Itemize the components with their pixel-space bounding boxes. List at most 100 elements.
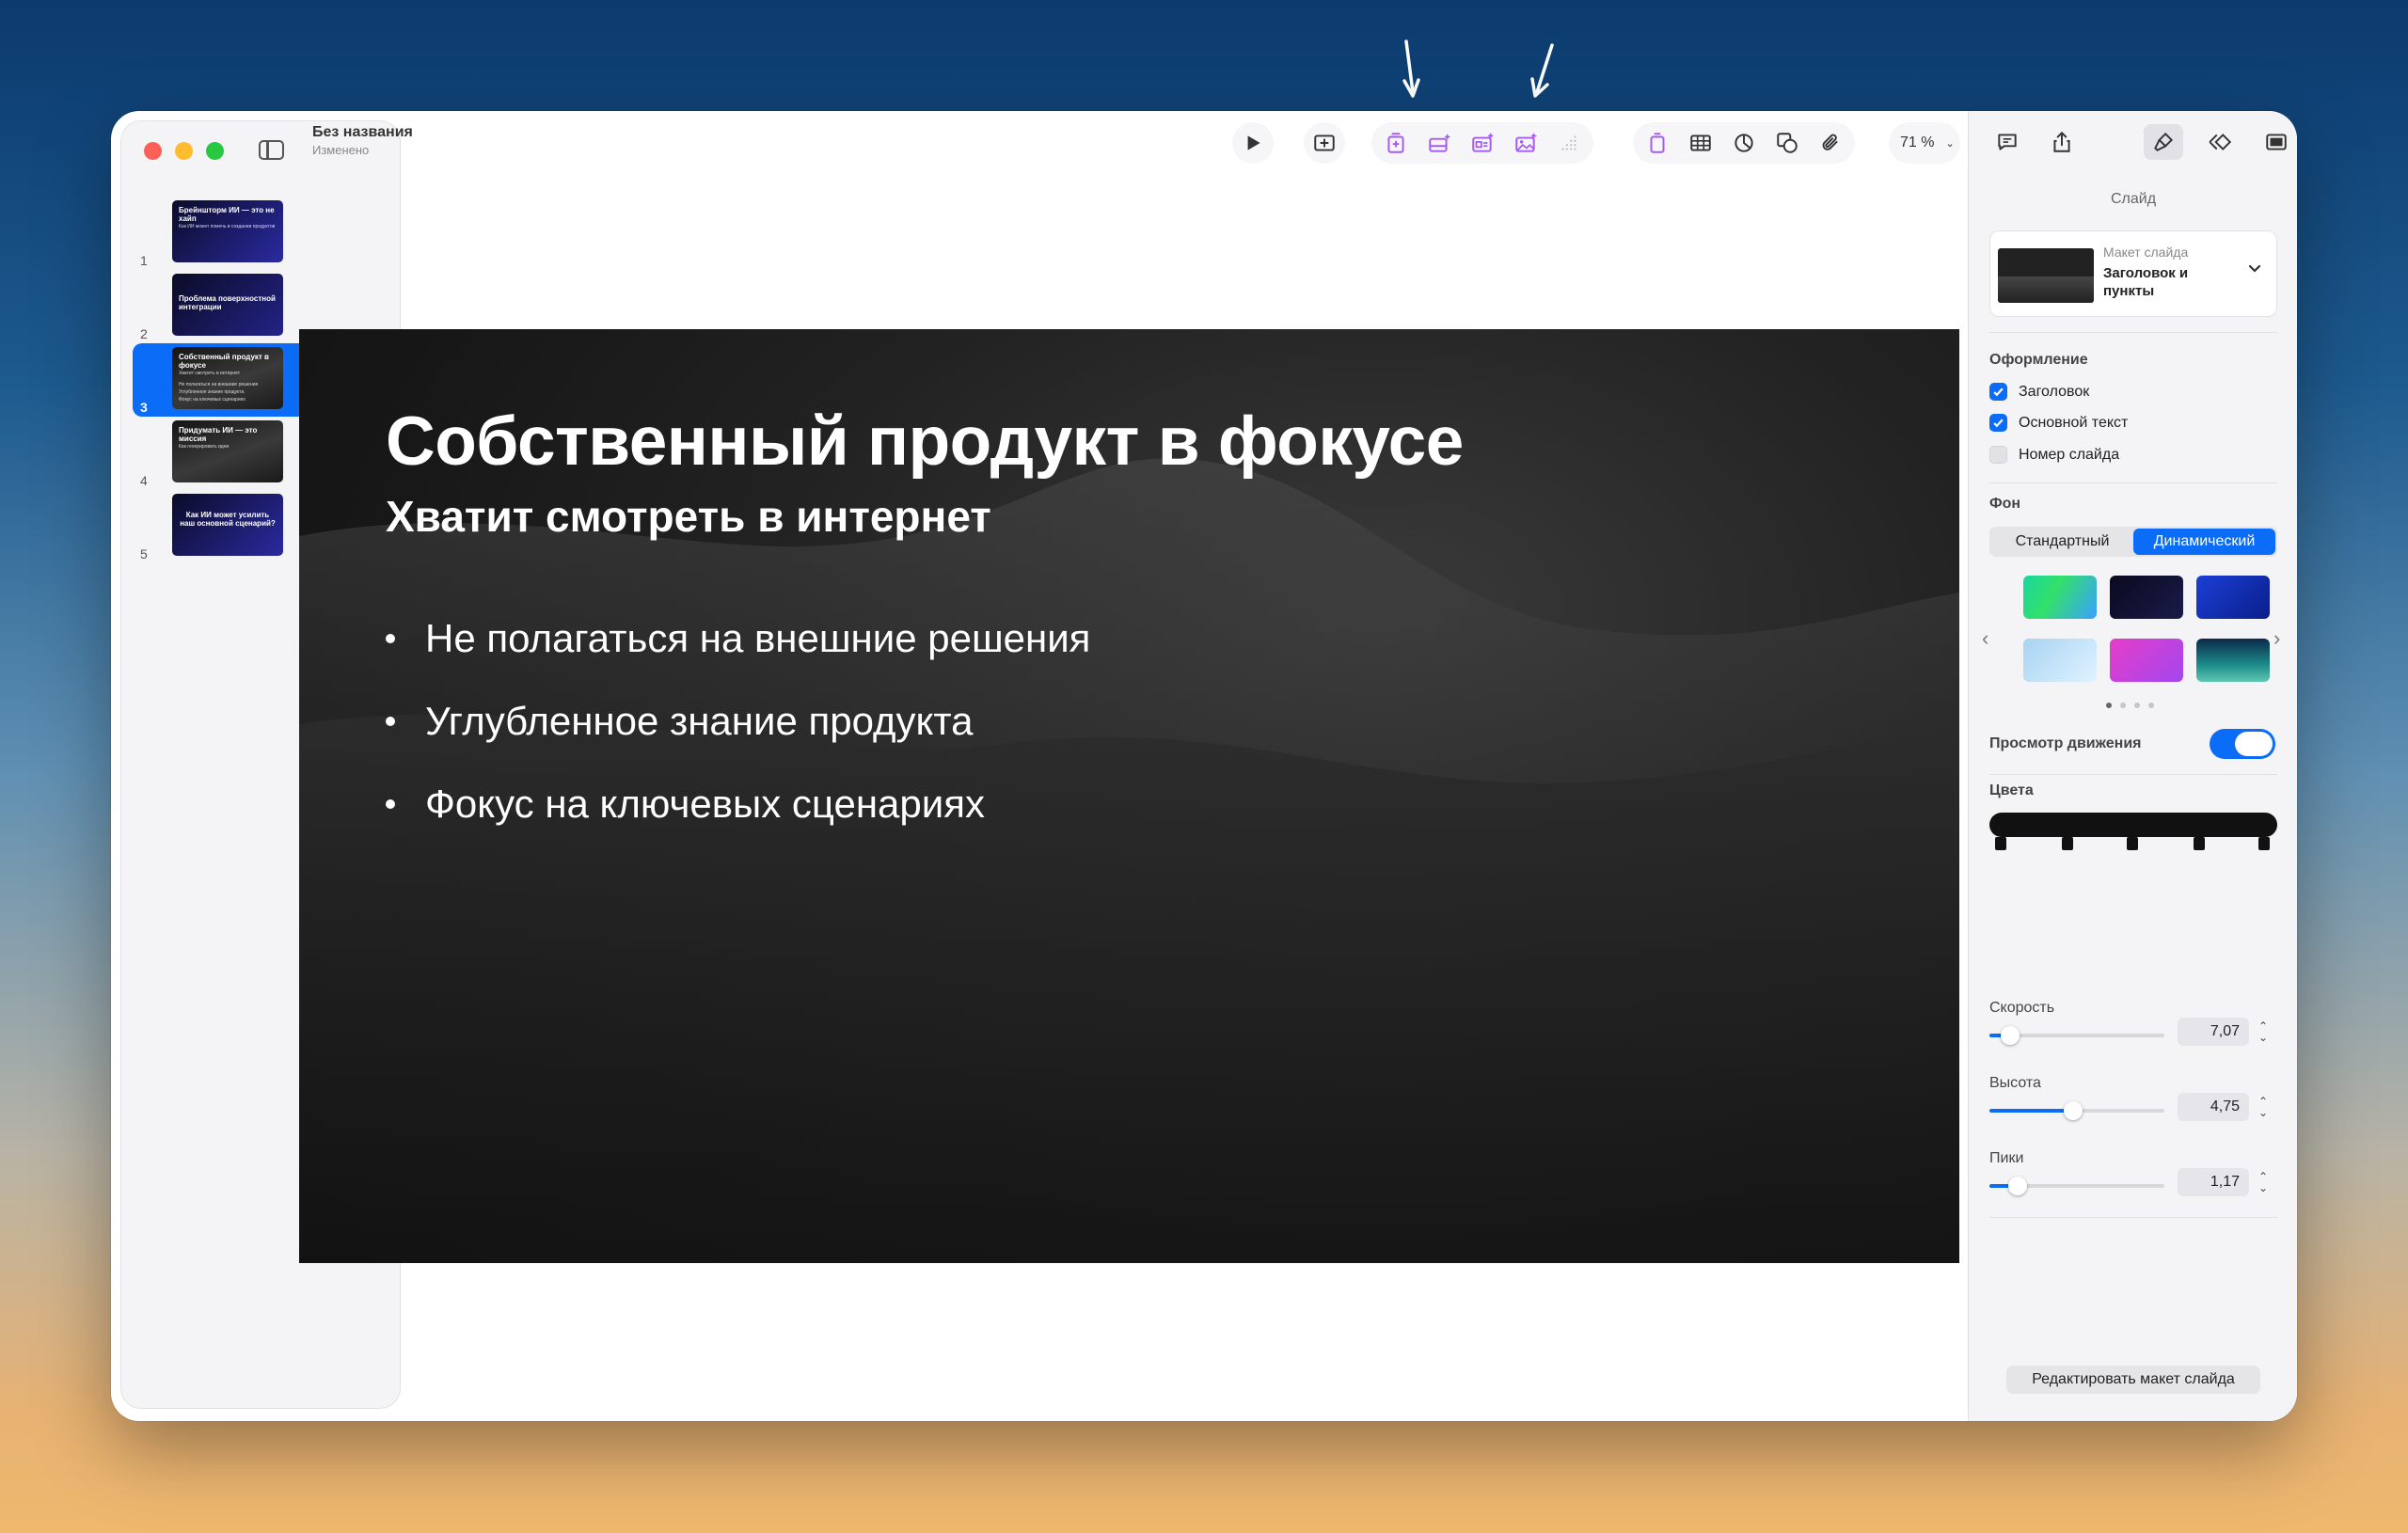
slide-thumbnail-title: Проблема поверхностной интеграции bbox=[179, 294, 276, 312]
peaks-slider[interactable] bbox=[1989, 1177, 2164, 1195]
format-tab[interactable] bbox=[2144, 124, 2183, 160]
chart-button[interactable] bbox=[1729, 128, 1759, 158]
zoom-window-button[interactable] bbox=[206, 142, 224, 160]
play-button[interactable] bbox=[1238, 128, 1268, 158]
toolbar-ai-group bbox=[1371, 122, 1593, 164]
body-checkbox-row[interactable]: Основной текст bbox=[1989, 414, 2128, 432]
slide-number: 1 bbox=[140, 253, 148, 268]
slide-bullet-list[interactable]: Не полагаться на внешние решения Углубле… bbox=[386, 616, 1090, 864]
height-slider[interactable] bbox=[1989, 1101, 2164, 1120]
color-stop-handle[interactable] bbox=[1995, 837, 2006, 850]
title-checkbox[interactable] bbox=[1989, 383, 2007, 401]
close-window-button[interactable] bbox=[144, 142, 162, 160]
slide-thumbnail-title: Собственный продукт в фокусе bbox=[179, 353, 269, 371]
slide-title[interactable]: Собственный продукт в фокусе bbox=[386, 403, 1464, 481]
color-gradient-bar[interactable] bbox=[1989, 813, 2277, 837]
minimize-window-button[interactable] bbox=[175, 142, 193, 160]
slide-bullet: Фокус на ключевых сценариях bbox=[386, 782, 1090, 827]
layout-name-line-2: пункты bbox=[2103, 283, 2155, 299]
page-indicator[interactable] bbox=[2106, 703, 2154, 708]
background-swatch[interactable] bbox=[2023, 639, 2097, 682]
background-swatch[interactable] bbox=[2196, 576, 2270, 619]
color-stop-handle[interactable] bbox=[2062, 837, 2073, 850]
inspector-tabs bbox=[2144, 124, 2296, 160]
add-slide-button[interactable] bbox=[1309, 128, 1339, 158]
pie-chart-icon bbox=[1735, 134, 1753, 152]
body-checkbox-label: Основной текст bbox=[2019, 414, 2129, 431]
shape-button[interactable] bbox=[1772, 128, 1802, 158]
document-status: Изменено bbox=[312, 143, 370, 157]
slide-number-checkbox[interactable] bbox=[1989, 446, 2007, 464]
ai-document-icon bbox=[1387, 133, 1404, 153]
speed-label: Скорость bbox=[1989, 1000, 2055, 1016]
slide-thumbnail-title: Придумать ИИ — это миссия bbox=[179, 426, 258, 444]
document-title-area: Без названия Изменено bbox=[312, 124, 413, 157]
color-stop-handle[interactable] bbox=[2127, 837, 2138, 850]
media-button[interactable] bbox=[1815, 128, 1846, 158]
motion-preview-toggle[interactable] bbox=[2210, 729, 2275, 759]
slide-number: 3 bbox=[140, 400, 148, 415]
ai-card-button[interactable] bbox=[1467, 128, 1497, 158]
background-section-title: Фон bbox=[1989, 496, 2021, 512]
body-checkbox[interactable] bbox=[1989, 414, 2007, 432]
height-value-field[interactable]: 4,75 bbox=[2178, 1093, 2249, 1121]
chevron-right-icon[interactable]: › bbox=[2273, 626, 2280, 651]
background-swatch[interactable] bbox=[2110, 639, 2183, 682]
toolbar-play-group bbox=[1232, 122, 1274, 164]
document-tab[interactable] bbox=[2257, 124, 2296, 160]
paintbrush-icon bbox=[2154, 132, 2174, 151]
slider-knob[interactable] bbox=[2007, 1177, 2027, 1195]
ai-layout-button[interactable] bbox=[1424, 128, 1454, 158]
ai-image-icon bbox=[1515, 133, 1537, 152]
speed-stepper[interactable]: ⌃ ⌄ bbox=[2255, 1018, 2272, 1046]
slide-layout-selector[interactable]: Макет слайда Заголовок и пункты bbox=[1989, 230, 2277, 317]
current-slide[interactable]: Собственный продукт в фокусе Хватит смот… bbox=[299, 329, 1959, 1263]
window-controls bbox=[144, 142, 224, 160]
toolbar-add-slide-group bbox=[1304, 122, 1345, 164]
table-icon bbox=[1690, 134, 1711, 151]
bullet-text: Фокус на ключевых сценариях bbox=[425, 782, 985, 826]
share-button[interactable] bbox=[2044, 124, 2080, 160]
slide-thumbnail-preview: Как ИИ может усилить наш основной сценар… bbox=[172, 494, 283, 556]
chevron-left-icon[interactable]: ‹ bbox=[1982, 626, 1988, 651]
slider-knob[interactable] bbox=[2064, 1101, 2083, 1120]
background-swatch[interactable] bbox=[2023, 576, 2097, 619]
background-standard-option[interactable]: Стандартный bbox=[1991, 529, 2133, 555]
ai-text-button[interactable] bbox=[1381, 128, 1411, 158]
comment-button[interactable] bbox=[1989, 124, 2025, 160]
slider-knob[interactable] bbox=[2001, 1026, 2020, 1045]
text-insert-button[interactable] bbox=[1642, 128, 1672, 158]
sidebar-toggle-icon[interactable] bbox=[259, 140, 284, 160]
ai-image-button[interactable] bbox=[1511, 128, 1541, 158]
peaks-stepper[interactable]: ⌃ ⌄ bbox=[2255, 1168, 2272, 1196]
annotation-arrow-1 bbox=[1402, 40, 1420, 98]
slide-subtitle[interactable]: Хватит смотреть в интернет bbox=[386, 491, 991, 542]
document-setup-icon bbox=[2266, 134, 2287, 150]
speed-value-field[interactable]: 7,07 bbox=[2178, 1018, 2249, 1046]
comment-icon bbox=[1998, 134, 2017, 150]
edit-slide-layout-button[interactable]: Редактировать макет слайда bbox=[2006, 1366, 2260, 1394]
ai-card-icon bbox=[1472, 133, 1494, 152]
slide-number-checkbox-row[interactable]: Номер слайда bbox=[1989, 446, 2119, 464]
background-dynamic-option[interactable]: Динамический bbox=[2133, 529, 2275, 555]
animate-tab[interactable] bbox=[2200, 124, 2240, 160]
peaks-value-field[interactable]: 1,17 bbox=[2178, 1168, 2249, 1196]
share-icon bbox=[2053, 131, 2070, 152]
table-button[interactable] bbox=[1686, 128, 1716, 158]
shapes-icon bbox=[1777, 133, 1798, 153]
background-swatch-selected[interactable] bbox=[2110, 576, 2183, 619]
slide-thumbnail-bullet: Не полагаться на внешние решения bbox=[179, 382, 259, 388]
zoom-control[interactable]: 71 % ⌄ bbox=[1889, 122, 1960, 164]
chart-data-button[interactable] bbox=[1554, 128, 1584, 158]
divider bbox=[1989, 332, 2277, 333]
chevron-down-icon: ⌄ bbox=[1945, 137, 1955, 150]
color-stop-handle[interactable] bbox=[2258, 837, 2270, 850]
title-checkbox-row[interactable]: Заголовок bbox=[1989, 383, 2089, 401]
slide-thumbnail-1[interactable]: 1 Брейншторм ИИ — это не хайп Как ИИ мож… bbox=[133, 197, 385, 270]
color-stop-handle[interactable] bbox=[2194, 837, 2205, 850]
height-stepper[interactable]: ⌃ ⌄ bbox=[2255, 1093, 2272, 1121]
background-swatch[interactable] bbox=[2196, 639, 2270, 682]
speed-slider[interactable] bbox=[1989, 1026, 2164, 1045]
document-title[interactable]: Без названия bbox=[312, 124, 413, 141]
slide-number-checkbox-label: Номер слайда bbox=[2019, 446, 2120, 463]
